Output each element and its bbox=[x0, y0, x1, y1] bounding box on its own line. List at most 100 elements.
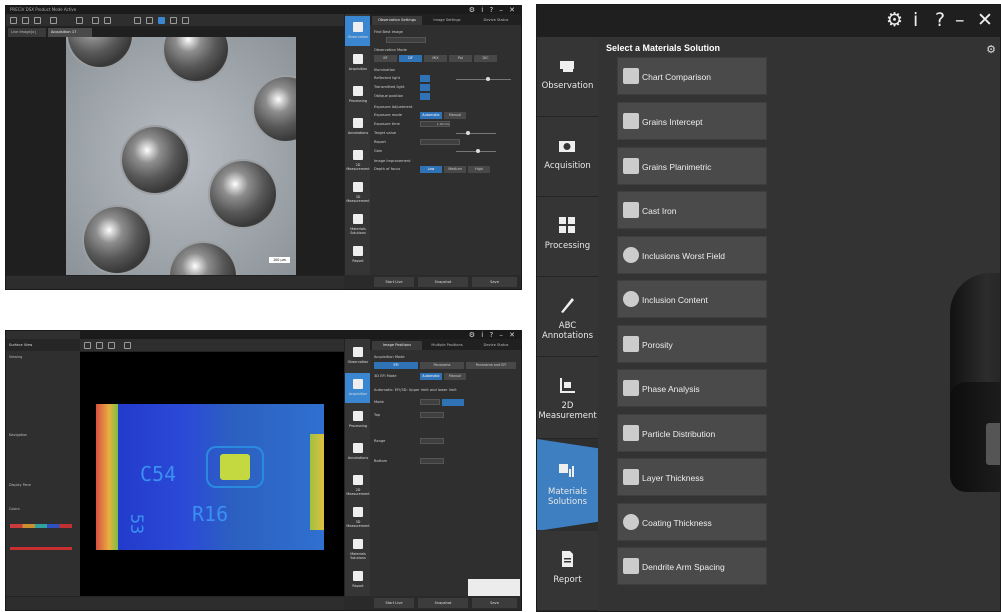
surface-view[interactable]: C54 R16 53 bbox=[80, 352, 344, 598]
rail-report[interactable]: Report bbox=[345, 240, 371, 270]
rail-observation[interactable]: Observation bbox=[537, 37, 598, 117]
zoom-out-icon[interactable] bbox=[92, 17, 99, 24]
select-icon[interactable] bbox=[50, 17, 57, 24]
tab-acquisition[interactable]: Acquisition 17 bbox=[48, 28, 92, 37]
rail-acquisition[interactable]: Acquisition bbox=[345, 48, 371, 78]
range-bar[interactable] bbox=[10, 547, 72, 550]
efi-manual-button[interactable]: Manual bbox=[444, 373, 466, 380]
tab-image-positions[interactable]: Image Positions bbox=[372, 341, 422, 350]
zoom-icon[interactable] bbox=[124, 342, 131, 349]
mode-panorama-button[interactable]: Panorama bbox=[420, 362, 464, 369]
efi-auto-button[interactable]: Automatic bbox=[420, 373, 442, 380]
grid-icon[interactable] bbox=[134, 17, 141, 24]
rail-materials-solutions[interactable]: Materials Solutions bbox=[345, 208, 371, 238]
rail-report[interactable]: Report bbox=[345, 565, 371, 595]
rail-report[interactable]: Report bbox=[537, 531, 598, 611]
undo-icon[interactable] bbox=[22, 17, 29, 24]
rail-2d-measurement[interactable]: 2D Measurement bbox=[537, 357, 598, 439]
target-slider[interactable] bbox=[456, 131, 496, 135]
rail-annotations[interactable]: ABC Annotations bbox=[537, 277, 598, 357]
exposure-time-value[interactable]: 1.00 ms bbox=[420, 121, 450, 127]
tab-multiple-positions[interactable]: Multiple Positions bbox=[423, 341, 471, 350]
focus-low-button[interactable]: Low bbox=[420, 166, 442, 173]
pointer-icon[interactable] bbox=[76, 17, 83, 24]
fit-icon[interactable] bbox=[158, 17, 165, 24]
exposure-manual-button[interactable]: Manual bbox=[444, 112, 466, 119]
rail-processing[interactable]: Processing bbox=[345, 80, 371, 110]
tab-device-status[interactable]: Device Status bbox=[472, 16, 520, 25]
close-icon[interactable]: ✕ bbox=[977, 7, 993, 33]
rail-processing[interactable]: Processing bbox=[537, 197, 598, 277]
rail-acquisition[interactable]: Acquisition bbox=[537, 117, 598, 197]
snapshot-button[interactable]: Snapshot bbox=[418, 598, 468, 608]
gear-icon[interactable]: ⚙ bbox=[986, 43, 996, 56]
mode-efi-button[interactable]: EFI bbox=[374, 362, 418, 369]
exposure-auto-button[interactable]: Automatic bbox=[420, 112, 442, 119]
report-select[interactable] bbox=[420, 139, 460, 145]
slider-knob[interactable] bbox=[476, 149, 480, 153]
mode-dic-button[interactable]: DIC bbox=[474, 55, 497, 62]
rail-materials-solutions[interactable]: Materials Solutions bbox=[537, 439, 598, 531]
solution-dendrite-arm-spacing[interactable]: Dendrite Arm Spacing bbox=[617, 547, 767, 585]
compare-icon[interactable] bbox=[170, 17, 177, 24]
range-field[interactable] bbox=[420, 438, 444, 444]
window-controls[interactable]: ⚙ i ? – ✕ bbox=[469, 331, 517, 339]
solution-grains-intercept[interactable]: Grains Intercept bbox=[617, 102, 767, 140]
rail-2d-measurement[interactable]: 2D Measurement bbox=[345, 144, 371, 174]
rail-2d-measurement[interactable]: 2D Measurement bbox=[345, 469, 371, 499]
rail-annotations[interactable]: Annotations bbox=[345, 437, 371, 467]
undo-icon[interactable] bbox=[96, 342, 103, 349]
solution-coating-thickness[interactable]: Coating Thickness bbox=[617, 503, 767, 541]
top-field[interactable] bbox=[420, 412, 444, 418]
rail-observation[interactable]: Observation bbox=[345, 341, 371, 371]
flag-icon[interactable] bbox=[182, 17, 189, 24]
color-swatch-bar[interactable] bbox=[10, 524, 72, 528]
info-icon[interactable]: i bbox=[913, 7, 918, 33]
solution-chart-comparison[interactable]: Chart Comparison bbox=[617, 57, 767, 95]
rail-3d-measurement[interactable]: 3D Measurement bbox=[345, 176, 371, 206]
rail-materials-solutions[interactable]: Materials Solutions bbox=[345, 533, 371, 563]
solution-porosity[interactable]: Porosity bbox=[617, 325, 767, 363]
image-view[interactable]: 100 µm bbox=[6, 37, 344, 277]
find-best-image-select[interactable] bbox=[386, 37, 426, 43]
transmitted-light-toggle[interactable] bbox=[420, 84, 430, 91]
solution-phase-analysis[interactable]: Phase Analysis bbox=[617, 369, 767, 407]
solution-layer-thickness[interactable]: Layer Thickness bbox=[617, 458, 767, 496]
save-icon[interactable] bbox=[84, 342, 91, 349]
rail-annotations[interactable]: Annotations bbox=[345, 112, 371, 142]
tab-image-settings[interactable]: Image Settings bbox=[423, 16, 471, 25]
redo-icon[interactable] bbox=[108, 342, 115, 349]
mode-mix-button[interactable]: MIX bbox=[424, 55, 447, 62]
save-icon[interactable] bbox=[10, 17, 17, 24]
mode-field[interactable] bbox=[420, 399, 440, 405]
save-button[interactable]: Save bbox=[472, 598, 517, 608]
start-live-button[interactable]: Start Live bbox=[374, 277, 414, 287]
focus-medium-button[interactable]: Medium bbox=[444, 166, 466, 173]
tab-device-status[interactable]: Device Status bbox=[472, 341, 520, 350]
slider-knob[interactable] bbox=[466, 131, 470, 135]
reflected-light-toggle[interactable] bbox=[420, 75, 430, 82]
mode-panorama-efi-button[interactable]: Panorama and EFI bbox=[466, 362, 516, 369]
help-icon[interactable]: ? bbox=[935, 7, 945, 33]
solution-grains-planimetric[interactable]: Grains Planimetric bbox=[617, 147, 767, 185]
settings-gear-icon[interactable]: ⚙ bbox=[886, 7, 903, 33]
solution-particle-distribution[interactable]: Particle Distribution bbox=[617, 414, 767, 452]
focus-high-button[interactable]: High bbox=[468, 166, 490, 173]
tab-observation-settings[interactable]: Observation Settings bbox=[372, 16, 422, 25]
mode-df-button[interactable]: DF bbox=[399, 55, 422, 62]
save-button[interactable]: Save bbox=[472, 277, 517, 287]
solution-cast-iron[interactable]: Cast Iron bbox=[617, 191, 767, 229]
rail-acquisition[interactable]: Acquisition bbox=[345, 373, 371, 403]
mode-bf-button[interactable]: BF bbox=[374, 55, 397, 62]
solution-inclusions-worst-field[interactable]: Inclusions Worst Field bbox=[617, 236, 767, 274]
slider-knob[interactable] bbox=[486, 77, 490, 81]
window-controls[interactable]: ⚙ i ? – ✕ bbox=[469, 6, 517, 14]
applied-image-popup[interactable] bbox=[468, 579, 520, 596]
rail-observation[interactable]: Observation bbox=[345, 16, 371, 46]
tab-live-image[interactable]: Live Image[x] bbox=[8, 28, 46, 37]
reflected-light-slider[interactable] bbox=[456, 77, 511, 81]
redo-icon[interactable] bbox=[34, 17, 41, 24]
oblique-toggle[interactable] bbox=[420, 93, 430, 100]
layout-icon[interactable] bbox=[146, 17, 153, 24]
start-live-button[interactable]: Start Live bbox=[374, 598, 414, 608]
